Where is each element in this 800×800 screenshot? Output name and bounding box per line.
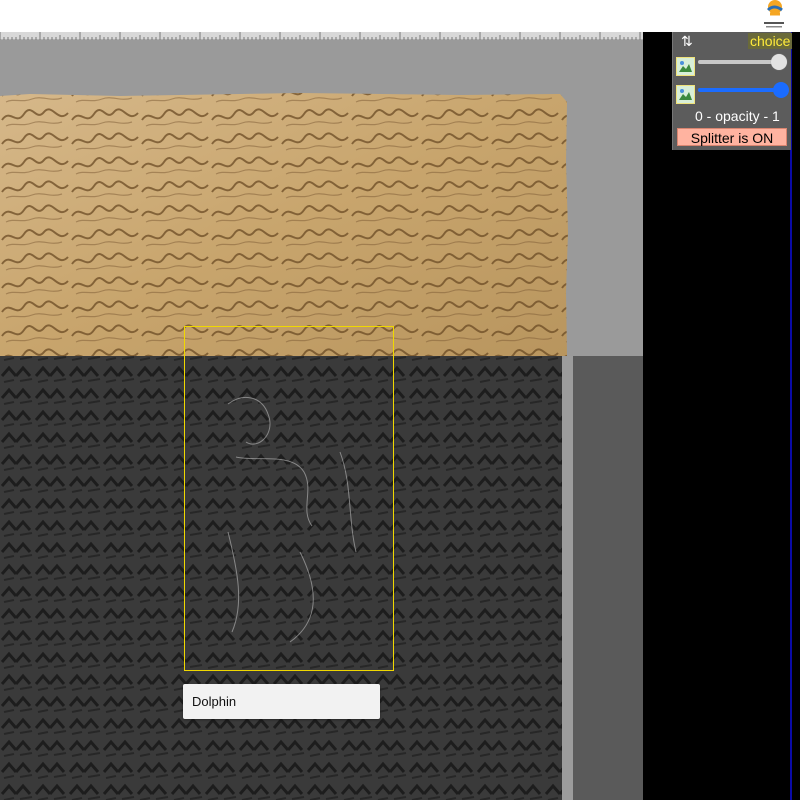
slider-knob[interactable] xyxy=(771,54,787,70)
page-edge xyxy=(562,356,573,800)
choice-label[interactable]: choice xyxy=(748,33,793,49)
layer-a-opacity-slider[interactable] xyxy=(698,54,787,70)
infrared-writing xyxy=(0,356,562,800)
splitter-toggle-button[interactable]: Splitter is ON xyxy=(677,128,787,146)
layer-image-icon[interactable] xyxy=(676,57,695,76)
layer-image-icon[interactable] xyxy=(676,85,695,104)
opacity-range-label: 0 - opacity - 1 xyxy=(695,108,780,124)
annotation-label[interactable]: Dolphin xyxy=(183,684,380,719)
ruler xyxy=(0,32,643,40)
layer-control-panel: ⇅ choice 0 - opacity - 1 Splitter is ON xyxy=(672,32,793,150)
layer-b-opacity-slider[interactable] xyxy=(698,82,789,98)
slider-knob[interactable] xyxy=(773,82,789,98)
background-strip xyxy=(573,356,643,800)
handwriting xyxy=(0,93,568,356)
logo-icon xyxy=(764,0,784,28)
top-bar xyxy=(0,0,800,32)
swap-icon[interactable]: ⇅ xyxy=(681,34,693,50)
